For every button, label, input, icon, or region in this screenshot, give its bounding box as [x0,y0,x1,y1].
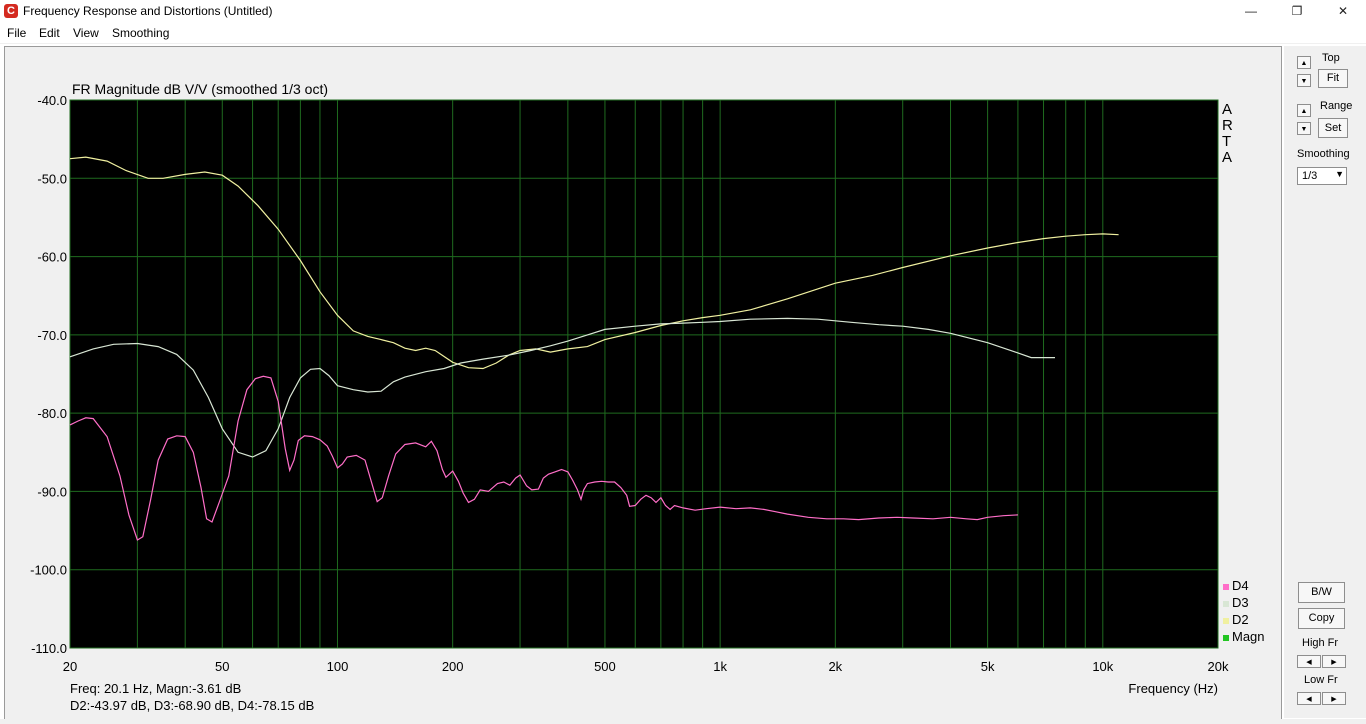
x-tick-label: 500 [594,659,616,674]
x-tick-label: 20k [1208,659,1229,674]
y-tick-label: -90.0 [37,484,67,499]
y-tick-label: -40.0 [37,93,67,108]
set-button[interactable]: Set [1318,118,1348,138]
legend-swatch-d3 [1223,601,1229,607]
x-tick-label: 2k [828,659,842,674]
x-tick-label: 10k [1092,659,1113,674]
control-panel: ▲ ▼ Top Fit ▲ ▼ Range Set Smoothing 1/3 … [1284,46,1366,718]
y-tick-label: -110.0 [31,641,67,656]
legend-label-magn: Magn [1232,629,1265,644]
y-tick-label: -100.0 [30,563,67,578]
menu-edit[interactable]: Edit [39,26,60,40]
arta-watermark-letter: A [1222,149,1232,166]
legend-label-d4: D4 [1232,578,1249,593]
range-up-button[interactable]: ▲ [1297,104,1311,117]
frequency-response-chart[interactable]: FR Magnitude dB V/V (smoothed 1/3 oct) F… [5,47,1281,719]
bw-button[interactable]: B/W [1298,582,1345,603]
x-tick-label: 200 [442,659,464,674]
menu-bar: File Edit View Smoothing [0,23,1366,44]
top-label: Top [1322,52,1340,64]
status-strip [0,719,1366,724]
smoothing-label: Smoothing [1297,148,1350,160]
x-axis-label: Frequency (Hz) [1128,681,1218,696]
chart-title: FR Magnitude dB V/V (smoothed 1/3 oct) [72,81,328,97]
low-fr-label: Low Fr [1304,674,1338,686]
range-down-button[interactable]: ▼ [1297,122,1311,135]
fit-button[interactable]: Fit [1318,69,1348,88]
menu-view[interactable]: View [73,26,99,40]
y-tick-label: -70.0 [37,328,67,343]
legend-swatch-d2 [1223,618,1229,624]
legend-swatch-d4 [1223,584,1229,590]
close-button[interactable]: ✕ [1320,0,1366,23]
legend-label-d2: D2 [1232,612,1249,627]
high-fr-label: High Fr [1302,637,1339,649]
high-fr-left-button[interactable]: ◀ [1297,655,1321,668]
legend-label-d3: D3 [1232,595,1249,610]
arta-watermark-letter: A [1222,101,1232,118]
y-tick-label: -60.0 [37,250,67,265]
low-fr-right-button[interactable]: ▶ [1322,692,1346,705]
arta-watermark-letter: R [1222,117,1233,134]
x-tick-label: 100 [327,659,349,674]
copy-button[interactable]: Copy [1298,608,1345,629]
x-tick-label: 1k [713,659,727,674]
arta-watermark-letter: T [1222,133,1231,150]
y-tick-label: -80.0 [37,406,67,421]
top-down-button[interactable]: ▼ [1297,74,1311,87]
low-fr-left-button[interactable]: ◀ [1297,692,1321,705]
smoothing-value: 1/3 [1302,170,1318,182]
legend-swatch-magn [1223,635,1229,641]
x-tick-label: 5k [981,659,995,674]
smoothing-select[interactable]: 1/3 ▼ [1297,167,1347,185]
range-label: Range [1320,100,1353,112]
window-title: Frequency Response and Distortions (Unti… [23,4,273,18]
plot-area [70,100,1218,648]
high-fr-right-button[interactable]: ▶ [1322,655,1346,668]
menu-file[interactable]: File [7,26,26,40]
plot-frame: FR Magnitude dB V/V (smoothed 1/3 oct) F… [4,46,1282,720]
app-icon[interactable]: C [4,4,18,18]
chevron-down-icon: ▼ [1335,169,1344,179]
status-cursor-readout: Freq: 20.1 Hz, Magn:-3.61 dB [70,681,241,696]
x-tick-label: 20 [63,659,77,674]
y-tick-label: -50.0 [37,171,67,186]
minimize-button[interactable]: — [1228,0,1274,23]
top-up-button[interactable]: ▲ [1297,56,1311,69]
title-bar: C Frequency Response and Distortions (Un… [0,0,1366,24]
menu-smoothing[interactable]: Smoothing [112,26,169,40]
status-distortion-readout: D2:-43.97 dB, D3:-68.90 dB, D4:-78.15 dB [70,698,314,713]
restore-button[interactable]: ❐ [1274,0,1320,23]
x-tick-label: 50 [215,659,229,674]
